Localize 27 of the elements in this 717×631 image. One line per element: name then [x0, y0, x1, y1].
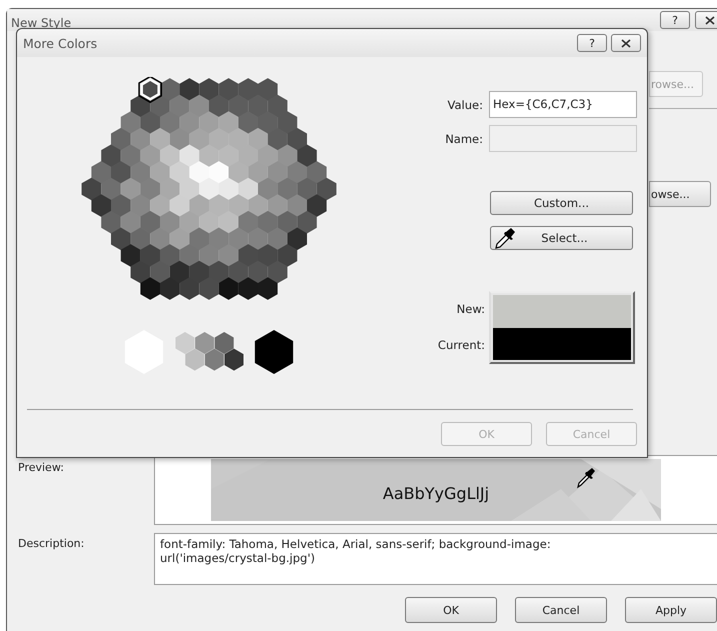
- close-button[interactable]: [695, 11, 717, 29]
- description-label: Description:: [17, 537, 86, 552]
- sample-text: AaBbYyGgLlJj: [382, 484, 490, 502]
- dialog-button[interactable]: Apply: [625, 597, 717, 623]
- eyedropper-cursor-icon: [576, 467, 596, 489]
- color-swatches[interactable]: [174, 332, 244, 372]
- dialog-button[interactable]: Cancel: [515, 597, 607, 623]
- current-label: Current:: [438, 338, 485, 352]
- color-swatch[interactable]: [253, 329, 295, 375]
- dialog-title: More Colors: [23, 36, 98, 50]
- value-field[interactable]: Hex={C6,C7,C3}: [489, 91, 637, 118]
- window-title: New Style: [11, 16, 72, 30]
- custom-button[interactable]: Custom...: [490, 191, 633, 215]
- close-icon: [705, 16, 715, 24]
- select-button[interactable]: Select...: [490, 226, 633, 250]
- preview-label: Preview:: [17, 461, 65, 476]
- browse-button[interactable]: owse...: [649, 181, 711, 207]
- description-field[interactable]: font-family: Tahoma, Helvetica, Arial, sans-serif; background-image: url('images/crystal-bg.jpg'): [154, 533, 717, 585]
- value-label: Value:: [446, 98, 484, 112]
- dialog-button[interactable]: OK: [405, 597, 497, 623]
- help-button[interactable]: ?: [577, 34, 607, 52]
- help-button[interactable]: ?: [660, 11, 690, 29]
- close-icon: [621, 38, 631, 48]
- close-button[interactable]: [611, 34, 641, 52]
- new-label: New:: [456, 302, 485, 316]
- name-label: Name:: [444, 132, 484, 146]
- eyedropper-icon: [494, 228, 516, 250]
